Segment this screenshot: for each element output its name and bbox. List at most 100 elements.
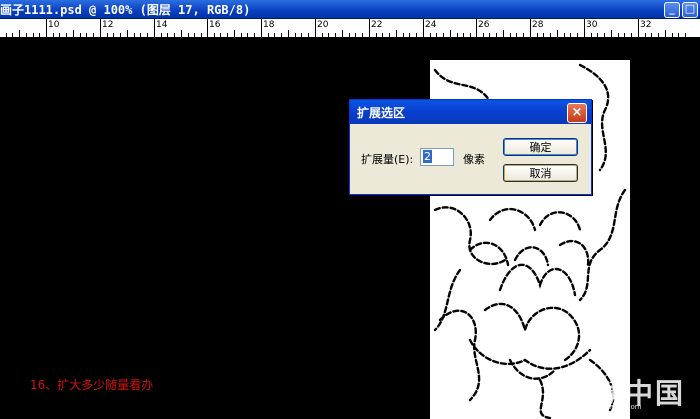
horizontal-ruler[interactable]: 10 12 14 16 18 20 22 24 26 28 30 32 <box>0 19 700 38</box>
ruler-minor-tick <box>220 33 221 37</box>
document-title: 画子1111.psd @ 100% (图层 17, RGB/8) <box>0 3 251 17</box>
ruler-minor-tick <box>470 33 471 37</box>
ruler-minor-tick <box>651 33 652 37</box>
amount-label: 扩展量(E): <box>361 153 414 166</box>
ruler-minor-tick <box>557 30 558 37</box>
ruler-minor-tick <box>523 33 524 37</box>
ruler-minor-tick <box>53 33 54 37</box>
ruler-minor-tick <box>188 33 189 37</box>
ruler-minor-tick <box>19 30 20 37</box>
ruler-minor-tick <box>403 33 404 37</box>
ruler-minor-tick <box>167 33 168 37</box>
ruler-major-tick <box>369 19 370 37</box>
close-button[interactable]: × <box>567 103 587 123</box>
ruler-minor-tick <box>503 30 504 37</box>
ruler-minor-tick <box>496 33 497 37</box>
ruler-minor-tick <box>12 33 13 37</box>
ruler-minor-tick <box>59 33 60 37</box>
amount-value: 2 <box>423 150 432 163</box>
ruler-major-tick <box>530 19 531 37</box>
ruler-tick-label: 14 <box>156 20 168 30</box>
ruler-minor-tick <box>93 33 94 37</box>
ok-button[interactable]: 确定 <box>503 138 578 156</box>
ruler-minor-tick <box>26 33 27 37</box>
ruler-minor-tick <box>382 33 383 37</box>
ruler-minor-tick <box>618 33 619 37</box>
ruler-minor-tick <box>685 33 686 37</box>
ruler-minor-tick <box>127 30 128 37</box>
ruler-minor-tick <box>301 33 302 37</box>
cancel-button[interactable]: 取消 <box>503 164 578 182</box>
ruler-minor-tick <box>113 33 114 37</box>
ruler-minor-tick <box>436 33 437 37</box>
ruler-minor-tick <box>73 30 74 37</box>
ruler-minor-tick <box>214 33 215 37</box>
amount-input[interactable]: 2 <box>420 148 454 166</box>
ruler-minor-tick <box>665 30 666 37</box>
document-titlebar[interactable]: 画子1111.psd @ 100% (图层 17, RGB/8) _ □ <box>0 0 700 19</box>
ruler-tick-label: 32 <box>640 20 652 30</box>
ruler-minor-tick <box>355 33 356 37</box>
ruler-minor-tick <box>672 33 673 37</box>
ruler-minor-tick <box>543 33 544 37</box>
ruler-minor-tick <box>416 33 417 37</box>
ruler-minor-tick <box>389 33 390 37</box>
ruler-minor-tick <box>134 33 135 37</box>
ruler-minor-tick <box>463 33 464 37</box>
ruler-minor-tick <box>80 33 81 37</box>
ruler-minor-tick <box>510 33 511 37</box>
ruler-major-tick <box>638 19 639 37</box>
site-watermark: 爱动中国 bbs.16xx8.com <box>560 370 695 415</box>
dialog-title: 扩展选区 <box>357 106 406 120</box>
dialog-titlebar[interactable]: 扩展选区 × <box>350 100 591 124</box>
ruler-minor-tick <box>227 33 228 37</box>
ruler-minor-tick <box>247 33 248 37</box>
ruler-minor-tick <box>194 33 195 37</box>
ruler-minor-tick <box>489 33 490 37</box>
ruler-tick-label: 12 <box>102 20 114 30</box>
ruler-minor-tick <box>33 33 34 37</box>
ruler-tick-label: 30 <box>586 20 598 30</box>
ruler-minor-tick <box>308 33 309 37</box>
restore-button[interactable]: □ <box>682 2 698 18</box>
ruler-minor-tick <box>604 33 605 37</box>
ruler-minor-tick <box>174 33 175 37</box>
ruler-major-tick <box>423 19 424 37</box>
ruler-minor-tick <box>39 33 40 37</box>
ruler-minor-tick <box>295 33 296 37</box>
ruler-minor-tick <box>201 33 202 37</box>
ruler-minor-tick <box>624 33 625 37</box>
ruler-minor-tick <box>161 33 162 37</box>
ruler-tick-label: 10 <box>48 20 60 30</box>
ruler-minor-tick <box>645 33 646 37</box>
ruler-major-tick <box>315 19 316 37</box>
ruler-minor-tick <box>140 33 141 37</box>
expand-selection-dialog[interactable]: 扩展选区 × 扩展量(E): 2 像素 确定 取消 <box>349 99 592 195</box>
ruler-minor-tick <box>631 33 632 37</box>
ruler-minor-tick <box>376 33 377 37</box>
ruler-minor-tick <box>328 33 329 37</box>
ruler-major-tick <box>261 19 262 37</box>
ruler-major-tick <box>207 19 208 37</box>
ruler-major-tick <box>100 19 101 37</box>
ruler-minor-tick <box>241 33 242 37</box>
ruler-major-tick <box>154 19 155 37</box>
ruler-minor-tick <box>597 33 598 37</box>
ruler-minor-tick <box>591 33 592 37</box>
ruler-minor-tick <box>181 30 182 37</box>
minimize-button[interactable]: _ <box>664 2 680 18</box>
ruler-minor-tick <box>335 33 336 37</box>
ruler-minor-tick <box>658 33 659 37</box>
ruler-minor-tick <box>288 30 289 37</box>
ruler-major-tick <box>46 19 47 37</box>
ruler-minor-tick <box>611 30 612 37</box>
ruler-minor-tick <box>147 33 148 37</box>
watermark-url: bbs.16xx8.com <box>588 403 642 411</box>
ruler-minor-tick <box>362 33 363 37</box>
ruler-minor-tick <box>457 33 458 37</box>
ruler-tick-label: 20 <box>317 20 329 30</box>
ruler-minor-tick <box>268 33 269 37</box>
ruler-minor-tick <box>274 33 275 37</box>
ruler-minor-tick <box>254 33 255 37</box>
ruler-minor-tick <box>342 30 343 37</box>
